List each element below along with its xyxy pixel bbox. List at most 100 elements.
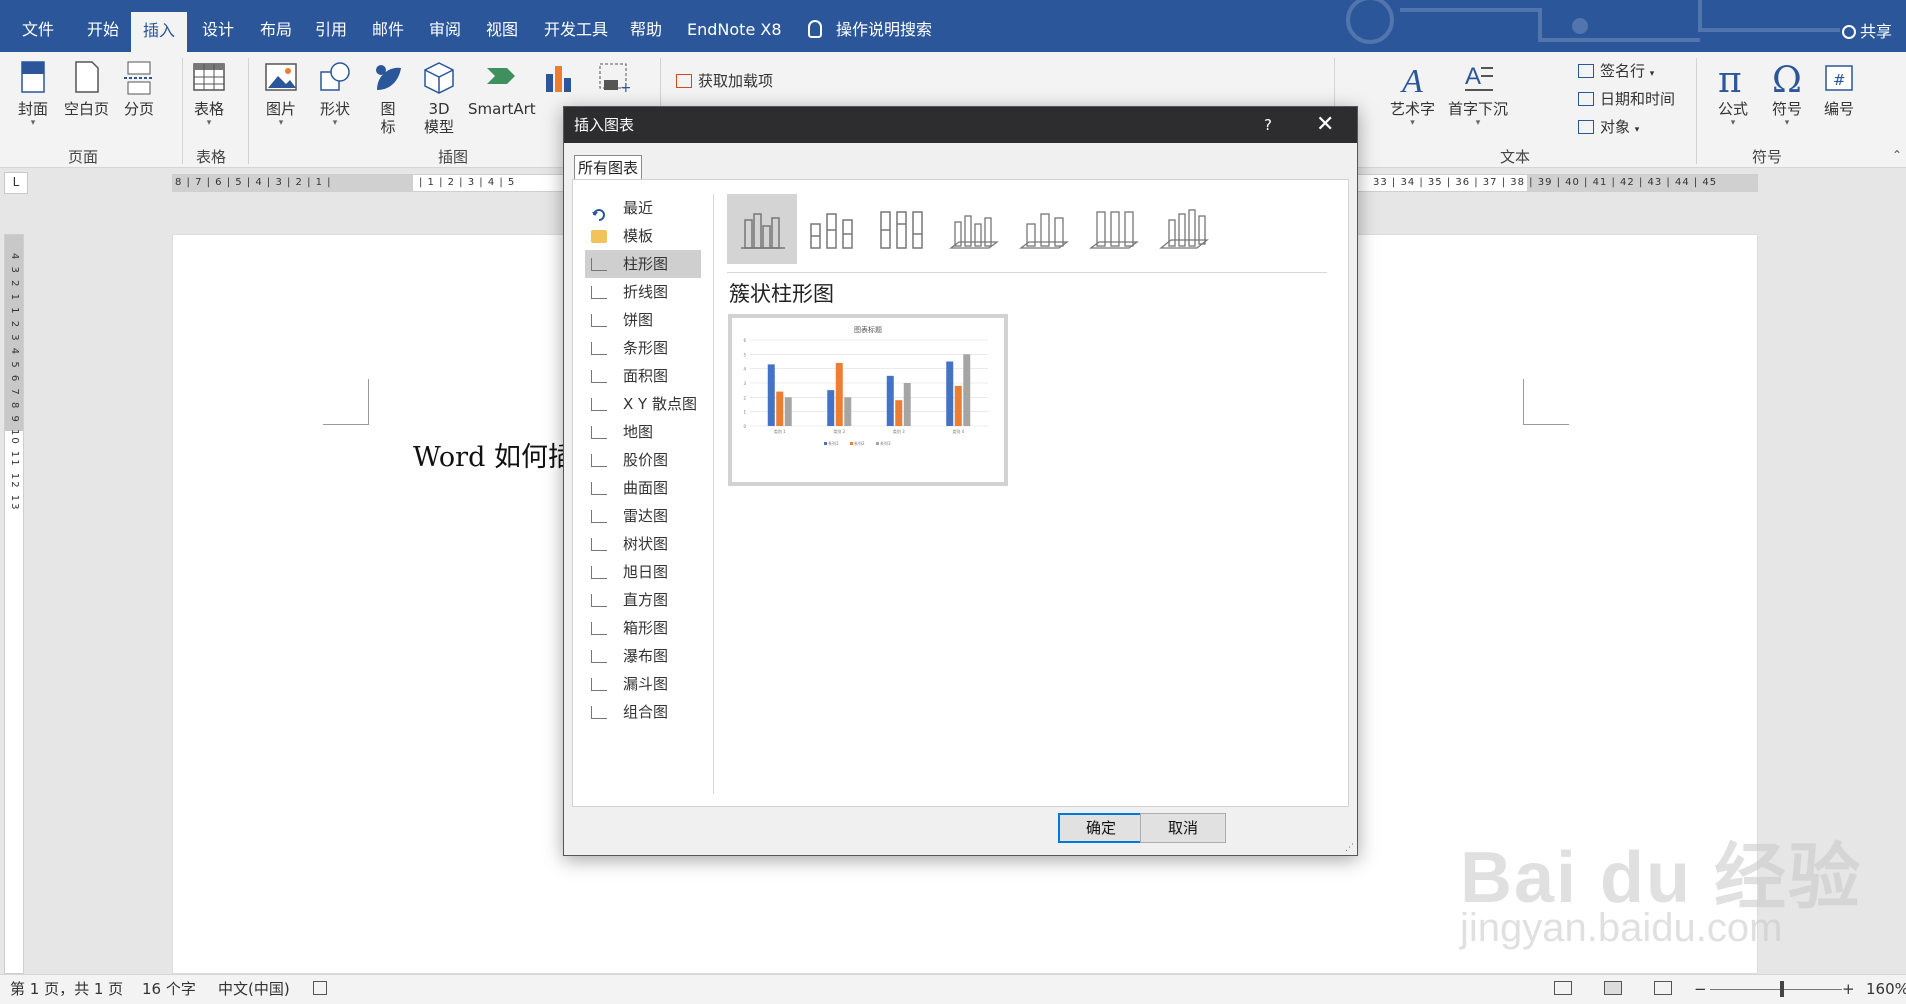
subtype-stacked-column[interactable] <box>797 194 867 264</box>
chart-type-item[interactable]: 曲面图 <box>585 474 701 502</box>
zoom-out-button[interactable]: − <box>1694 975 1707 1003</box>
chart-type-item[interactable]: 最近 <box>585 194 701 222</box>
date-time-button[interactable]: 日期和时间 <box>1578 88 1675 109</box>
smartart-button[interactable]: SmartArt <box>468 60 536 118</box>
web-layout-icon[interactable] <box>1654 981 1672 995</box>
help-button[interactable]: ? <box>1264 107 1272 143</box>
chart-type-item[interactable]: 雷达图 <box>585 502 701 530</box>
chart-type-item[interactable]: 条形图 <box>585 334 701 362</box>
subtype-3d-stacked-column[interactable] <box>1007 194 1077 264</box>
wordart-button[interactable]: A 艺术字 ▾ <box>1390 60 1435 128</box>
share-button[interactable]: 共享 <box>1841 0 1892 52</box>
resize-grip-icon[interactable]: ⋰ <box>1345 843 1355 853</box>
subtype-3d-column[interactable] <box>1147 194 1217 264</box>
chart-bar <box>895 400 903 426</box>
ok-button[interactable]: 确定 <box>1058 813 1144 843</box>
subtype-3d-percent-column[interactable] <box>1077 194 1147 264</box>
page-break-button[interactable]: 分页 <box>122 60 156 118</box>
tab-references[interactable]: 引用 <box>311 0 351 52</box>
svg-text:A: A <box>1465 63 1481 90</box>
tab-all-charts[interactable]: 所有图表 <box>574 155 643 180</box>
screenshot-button[interactable]: + <box>596 60 632 100</box>
tab-insert[interactable]: 插入 <box>131 12 188 52</box>
chart-type-item[interactable]: 瀑布图 <box>585 642 701 670</box>
icons-button[interactable]: 图标 <box>371 60 405 136</box>
chart-bar <box>946 361 954 426</box>
chart-button[interactable] <box>542 60 576 100</box>
ruler-numbers-left: 8 | 7 | 6 | 5 | 4 | 3 | 2 | 1 | <box>175 177 332 188</box>
3d-models-button[interactable]: 3D 模型 <box>422 60 456 136</box>
chart-type-label: 最近 <box>623 199 654 217</box>
document-text[interactable]: Word 如何插 <box>413 435 575 474</box>
chart-type-item[interactable]: 组合图 <box>585 698 701 726</box>
watermark: Bai du 经验 jingyan.baidu.com <box>1440 800 1860 960</box>
tab-help[interactable]: 帮助 <box>626 0 666 52</box>
tab-layout[interactable]: 布局 <box>256 0 296 52</box>
zoom-slider[interactable] <box>1710 989 1842 990</box>
chart-type-item[interactable]: 旭日图 <box>585 558 701 586</box>
tab-endnote[interactable]: EndNote X8 <box>683 0 786 52</box>
chart-type-item[interactable]: 树状图 <box>585 530 701 558</box>
blank-page-button[interactable]: 空白页 <box>64 60 109 118</box>
object-button[interactable]: 对象 ▾ <box>1578 116 1639 137</box>
store-icon <box>676 74 692 88</box>
collapse-ribbon-icon[interactable]: ⌃ <box>1892 148 1902 162</box>
subtype-clustered-column[interactable] <box>727 194 797 264</box>
signature-line-button[interactable]: 签名行 ▾ <box>1578 60 1654 81</box>
macro-record-icon[interactable] <box>313 981 327 995</box>
picture-button[interactable]: 图片 ▾ <box>264 60 298 128</box>
subtype-percent-column[interactable] <box>867 194 937 264</box>
chart-type-item[interactable]: 漏斗图 <box>585 670 701 698</box>
tell-me-search[interactable]: 操作说明搜索 <box>808 0 932 52</box>
chart-type-item[interactable]: 面积图 <box>585 362 701 390</box>
dropcap-label: 首字下沉 <box>1448 100 1509 118</box>
tab-design[interactable]: 设计 <box>198 0 238 52</box>
language[interactable]: 中文(中国) <box>218 975 290 1003</box>
chart-type-label: 曲面图 <box>623 479 669 497</box>
x-tick-label: 类别 3 <box>893 428 905 434</box>
chart-type-item[interactable]: 直方图 <box>585 586 701 614</box>
chart-type-item[interactable]: X Y 散点图 <box>585 390 701 418</box>
subtype-3d-clustered-column[interactable] <box>937 194 1007 264</box>
zoom-slider-thumb[interactable] <box>1780 981 1784 997</box>
read-mode-icon[interactable] <box>1554 981 1572 995</box>
chart-preview[interactable]: 图表标题 0 1 2 3 4 5 6 类别 1 类别 2 类别 3 类别 4 系列1 系列2 系列3 <box>728 314 1008 486</box>
chart-type-item[interactable]: 模板 <box>585 222 701 250</box>
chart-type-item[interactable]: 地图 <box>585 418 701 446</box>
get-addins-button[interactable]: 获取加载项 <box>676 70 773 91</box>
chart-type-item[interactable]: 柱形图 <box>585 250 701 278</box>
dialog-title-bar[interactable]: 插入图表 ? ✕ <box>564 107 1357 143</box>
number-button[interactable]: # 编号 <box>1822 60 1856 118</box>
table-button[interactable]: 表格 ▾ <box>192 60 226 128</box>
page-count[interactable]: 第 1 页，共 1 页 <box>10 975 123 1003</box>
dialog-title: 插入图表 <box>574 116 635 134</box>
tab-selector[interactable]: L <box>4 172 28 194</box>
equation-button[interactable]: π 公式 ▾ <box>1716 60 1750 128</box>
vertical-ruler[interactable]: 4 3 2 1 1 2 3 4 5 6 7 8 9 10 11 12 13 <box>4 234 24 974</box>
smartart-label: SmartArt <box>468 100 536 118</box>
chart-type-item[interactable]: 股价图 <box>585 446 701 474</box>
tab-view[interactable]: 视图 <box>482 0 522 52</box>
tab-home[interactable]: 开始 <box>83 0 123 52</box>
word-count[interactable]: 16 个字 <box>142 975 196 1003</box>
chart-type-item[interactable]: 饼图 <box>585 306 701 334</box>
zoom-in-button[interactable]: + <box>1842 975 1855 1003</box>
dropcap-button[interactable]: A 首字下沉 ▾ <box>1448 60 1508 128</box>
shapes-button[interactable]: 形状 ▾ <box>318 60 352 128</box>
chart-type-item[interactable]: 箱形图 <box>585 614 701 642</box>
chart-type-item[interactable]: 折线图 <box>585 278 701 306</box>
tab-file[interactable]: 文件 <box>18 0 58 52</box>
tab-developer[interactable]: 开发工具 <box>540 0 612 52</box>
chart-type-label: 瀑布图 <box>623 647 669 665</box>
symbol-button[interactable]: Ω 符号 ▾ <box>1770 60 1804 128</box>
tab-mailings[interactable]: 邮件 <box>368 0 408 52</box>
cover-page-button[interactable]: 封面 ▾ <box>16 60 50 128</box>
tab-review[interactable]: 审阅 <box>425 0 465 52</box>
close-button[interactable]: ✕ <box>1316 107 1334 143</box>
cancel-button[interactable]: 取消 <box>1140 813 1226 843</box>
signature-label: 签名行 <box>1600 62 1646 80</box>
group-label-symbols: 符号 <box>1752 148 1783 166</box>
print-layout-icon[interactable] <box>1604 981 1622 995</box>
zoom-level[interactable]: 160% <box>1866 975 1906 1003</box>
background-decoration <box>1346 0 1840 44</box>
